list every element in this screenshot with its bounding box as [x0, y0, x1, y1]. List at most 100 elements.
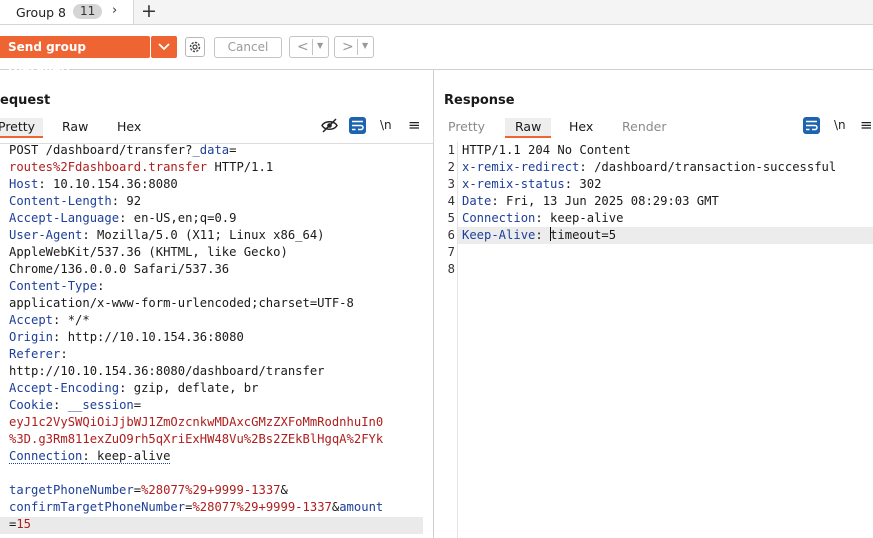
response-token: : /dashboard/transaction-successful: [579, 160, 837, 174]
line-number: 3: [447, 177, 455, 191]
settings-button[interactable]: [185, 37, 205, 57]
separator: [357, 39, 358, 55]
history-forward-group[interactable]: > ▼: [334, 36, 374, 58]
response-token: Date: [462, 194, 492, 208]
request-line: targetPhoneNumber=%28077%29+9999-1337&: [9, 482, 429, 499]
response-token: : keep-alive: [535, 211, 624, 225]
response-token: :: [535, 228, 551, 242]
request-token: =: [133, 483, 142, 497]
hide-nonprintable-icon[interactable]: [321, 118, 338, 133]
request-token: User-Agent: [9, 228, 83, 242]
request-token: : 92: [111, 194, 142, 208]
request-line: Content-Length: 92: [9, 193, 429, 210]
request-token: __session: [67, 398, 134, 412]
request-token: : http://10.10.154.36:8080: [53, 330, 244, 344]
request-token: :: [60, 347, 68, 361]
newline-toggle-icon[interactable]: \n: [834, 118, 846, 132]
request-title: Request: [0, 93, 51, 108]
line-number-gutter: 1 2 3 4 5 6 7 8: [443, 142, 455, 278]
tab-response-render[interactable]: Render: [622, 119, 667, 134]
line-number: 4: [447, 194, 455, 208]
request-token: %3D.g3Rm811exZuO9rh5qXriExHW48Vu%2Bs2ZEk…: [9, 432, 384, 446]
forward-arrow-icon[interactable]: >: [342, 38, 354, 56]
request-pane: Request Pretty Raw Hex \n ≡ POST /dashbo…: [0, 70, 433, 538]
menu-icon[interactable]: ≡: [860, 116, 873, 134]
request-token: :: [53, 398, 68, 412]
request-line: routes%2Fdashboard.transfer HTTP/1.1: [9, 159, 429, 176]
request-line: application/x-www-form-urlencoded;charse…: [9, 295, 429, 312]
response-token: : Fri, 13 Jun 2025 08:29:03 GMT: [491, 194, 719, 208]
menu-icon[interactable]: ≡: [408, 116, 421, 134]
response-line: [462, 244, 873, 261]
group-tab-bar: Group 8 11 › +: [0, 0, 873, 25]
add-tab-icon[interactable]: +: [141, 0, 157, 22]
request-line: Content-Type:: [9, 278, 429, 295]
response-token: HTTP/1.1 204 No Content: [462, 143, 631, 157]
chevron-down-icon[interactable]: ▼: [362, 41, 368, 50]
request-token: Connection: [9, 449, 83, 464]
tab-group-8[interactable]: Group 8 11 ›: [0, 0, 134, 24]
request-token: Content-Type: [9, 279, 98, 293]
send-options-dropdown[interactable]: [151, 36, 177, 58]
response-editor[interactable]: HTTP/1.1 204 No Content x-remix-redirect:…: [462, 142, 873, 278]
request-token: http://10.10.154.36:8080/dashboard/trans…: [9, 364, 325, 378]
request-token: POST /dashboard/transfer?: [9, 143, 193, 157]
tab-response-pretty[interactable]: Pretty: [448, 119, 485, 134]
response-line: Connection: keep-alive: [462, 210, 873, 227]
line-number: 6: [447, 228, 455, 242]
tab-request-pretty[interactable]: Pretty: [0, 118, 44, 138]
chevron-down-icon[interactable]: ▼: [317, 41, 323, 50]
request-line: Cookie: __session=: [9, 397, 429, 414]
response-token: x-remix-status: [462, 177, 565, 191]
response-token: Connection: [462, 211, 536, 225]
gutter-border: [457, 142, 458, 538]
history-back-group[interactable]: < ▼: [289, 36, 329, 58]
wrap-lines-icon: [352, 120, 364, 131]
request-token: Content-Length: [9, 194, 112, 208]
newline-toggle-icon[interactable]: \n: [380, 118, 392, 132]
request-editor[interactable]: POST /dashboard/transfer?_data= routes%2F…: [9, 142, 429, 533]
request-line: %3D.g3Rm811exZuO9rh5qXriExHW48Vu%2Bs2ZEk…: [9, 431, 429, 448]
response-token: : 302: [564, 177, 602, 191]
word-wrap-toggle[interactable]: [803, 117, 820, 134]
chevron-down-icon: [158, 43, 170, 51]
tab-request-hex[interactable]: Hex: [117, 119, 141, 134]
request-token: : */*: [53, 313, 90, 327]
request-line: eyJ1c2VySWQiOiJjbWJ1ZmOzcnkwMDAxcGMzZXFo…: [9, 414, 429, 431]
request-token: 15: [16, 517, 32, 531]
word-wrap-toggle[interactable]: [349, 117, 366, 134]
response-pane: Response Pretty Raw Hex Render \n ≡ 1 2 3 4…: [434, 70, 873, 538]
toolbar: Send group (parallel) Cancel < ▼ > ▼: [0, 25, 873, 76]
request-line: Chrome/136.0.0.0 Safari/537.36: [9, 261, 429, 278]
request-token: Cookie: [9, 398, 54, 412]
request-token: targetPhoneNumber: [9, 483, 134, 497]
request-token: Chrome/136.0.0.0 Safari/537.36: [9, 262, 230, 276]
request-token: Host: [9, 177, 39, 191]
tab-response-hex[interactable]: Hex: [569, 119, 593, 134]
tab-response-raw[interactable]: Raw: [505, 118, 552, 138]
request-token: %28077%29+9999-1337: [192, 500, 332, 514]
back-arrow-icon[interactable]: <: [297, 38, 309, 56]
request-line: POST /dashboard/transfer?_data=: [9, 142, 429, 159]
tab-request-raw[interactable]: Raw: [62, 119, 88, 134]
request-token: &: [280, 483, 288, 497]
separator: [312, 39, 313, 55]
request-token: Origin: [9, 330, 54, 344]
chevron-right-icon[interactable]: ›: [112, 3, 117, 18]
send-group-button[interactable]: Send group (parallel): [0, 36, 150, 76]
line-number: 8: [447, 262, 455, 276]
response-line: [462, 261, 873, 278]
line-number: 1: [447, 143, 455, 157]
response-line: Keep-Alive: timeout=5: [462, 227, 873, 244]
request-token: Accept-Language: [9, 211, 120, 225]
request-line: [9, 465, 429, 482]
response-line: HTTP/1.1 204 No Content: [462, 142, 873, 159]
request-token: Accept-Encoding: [9, 381, 120, 395]
request-token: %28077%29+9999-1337: [141, 483, 281, 497]
request-line: Accept: */*: [9, 312, 429, 329]
request-line: =15: [9, 516, 429, 533]
request-token: =: [133, 398, 142, 412]
cancel-button[interactable]: Cancel: [214, 37, 282, 58]
line-number: 7: [447, 245, 455, 259]
request-token: :: [97, 279, 105, 293]
